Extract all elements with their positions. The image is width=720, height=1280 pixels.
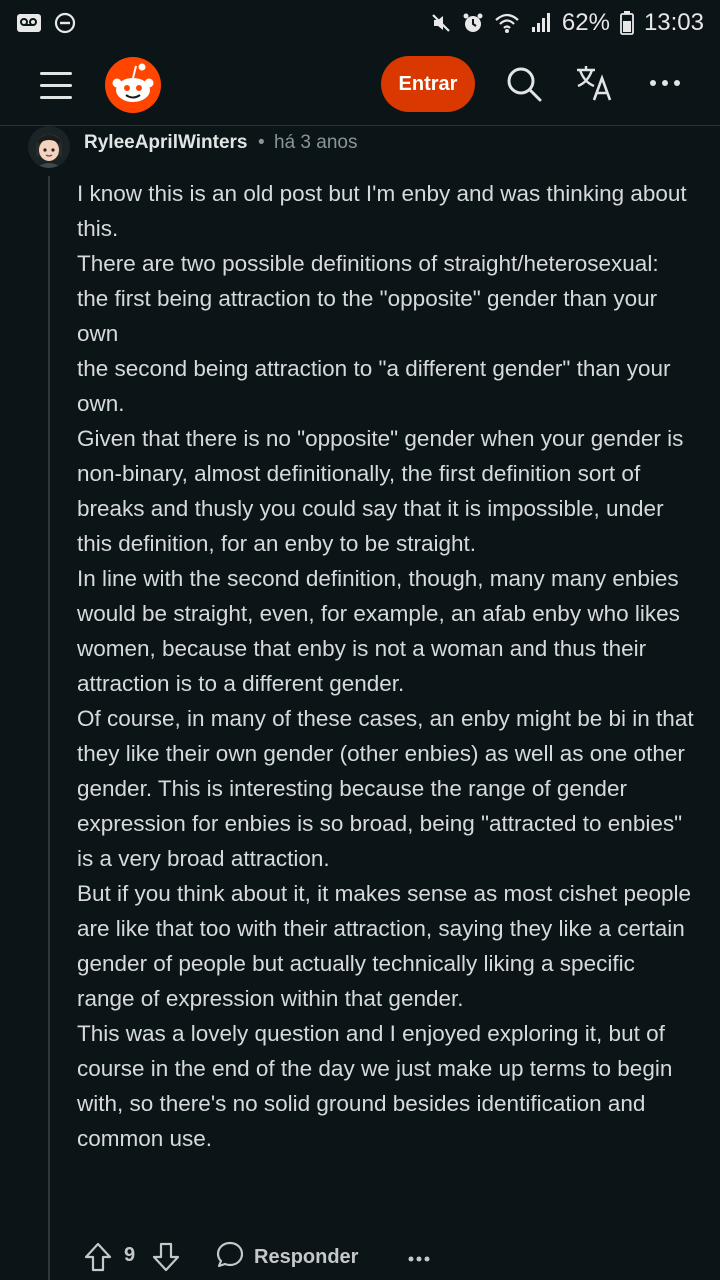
- comment-paragraph: Of course, in many of these cases, an en…: [77, 706, 694, 871]
- app-bar: Entrar: [0, 46, 720, 126]
- more-icon[interactable]: [648, 66, 682, 100]
- signal-icon: [530, 12, 552, 34]
- battery-percent: 62%: [561, 9, 610, 36]
- search-icon[interactable]: [504, 64, 544, 104]
- reply-label: Responder: [254, 1245, 359, 1268]
- comment-timestamp: há 3 anos: [274, 132, 358, 153]
- meta-separator: •: [258, 132, 265, 153]
- upvote-icon[interactable]: [84, 1242, 112, 1272]
- battery-icon: [620, 11, 634, 35]
- comment-body: I know this is an old post but I'm enby …: [77, 176, 697, 1156]
- wifi-icon: [494, 12, 520, 34]
- comment-paragraph: the second being attraction to "a differ…: [77, 356, 671, 416]
- comment-bubble-icon: [216, 1240, 244, 1274]
- comment-paragraph: But if you think about it, it makes sens…: [77, 881, 692, 1011]
- vote-count: 9: [124, 1244, 136, 1266]
- alarm-icon: [462, 12, 484, 34]
- status-bar: 62% 13:03: [0, 0, 720, 46]
- comment-paragraph: There are two possible definitions of st…: [77, 251, 659, 276]
- downvote-icon[interactable]: [152, 1242, 180, 1272]
- thread-line[interactable]: [48, 176, 50, 1280]
- clock: 13:03: [643, 9, 704, 36]
- mute-icon: [430, 12, 452, 34]
- translate-icon[interactable]: [574, 62, 616, 104]
- login-button[interactable]: Entrar: [381, 56, 475, 112]
- reply-button[interactable]: Responder: [216, 1240, 358, 1274]
- comment-header: RyleeAprilWinters • há 3 anos: [0, 126, 720, 176]
- more-options-icon[interactable]: [404, 1244, 434, 1274]
- menu-icon[interactable]: [36, 68, 76, 104]
- comment-paragraph: the first being attraction to the "oppos…: [77, 286, 658, 346]
- comment-paragraph: I know this is an old post but I'm enby …: [77, 181, 687, 241]
- reddit-logo[interactable]: [104, 56, 162, 114]
- comment-paragraph: Given that there is no "opposite" gender…: [77, 426, 684, 556]
- comment-actions: 9 Responder: [0, 1238, 720, 1280]
- username[interactable]: RyleeAprilWinters: [84, 132, 248, 154]
- avatar[interactable]: [28, 126, 70, 168]
- comment-paragraph: This was a lovely question and I enjoyed…: [77, 1021, 673, 1151]
- comment-paragraph: In line with the second definition, thou…: [77, 566, 680, 696]
- dnd-circle-icon: [54, 12, 76, 34]
- voicemail-icon: [16, 13, 42, 33]
